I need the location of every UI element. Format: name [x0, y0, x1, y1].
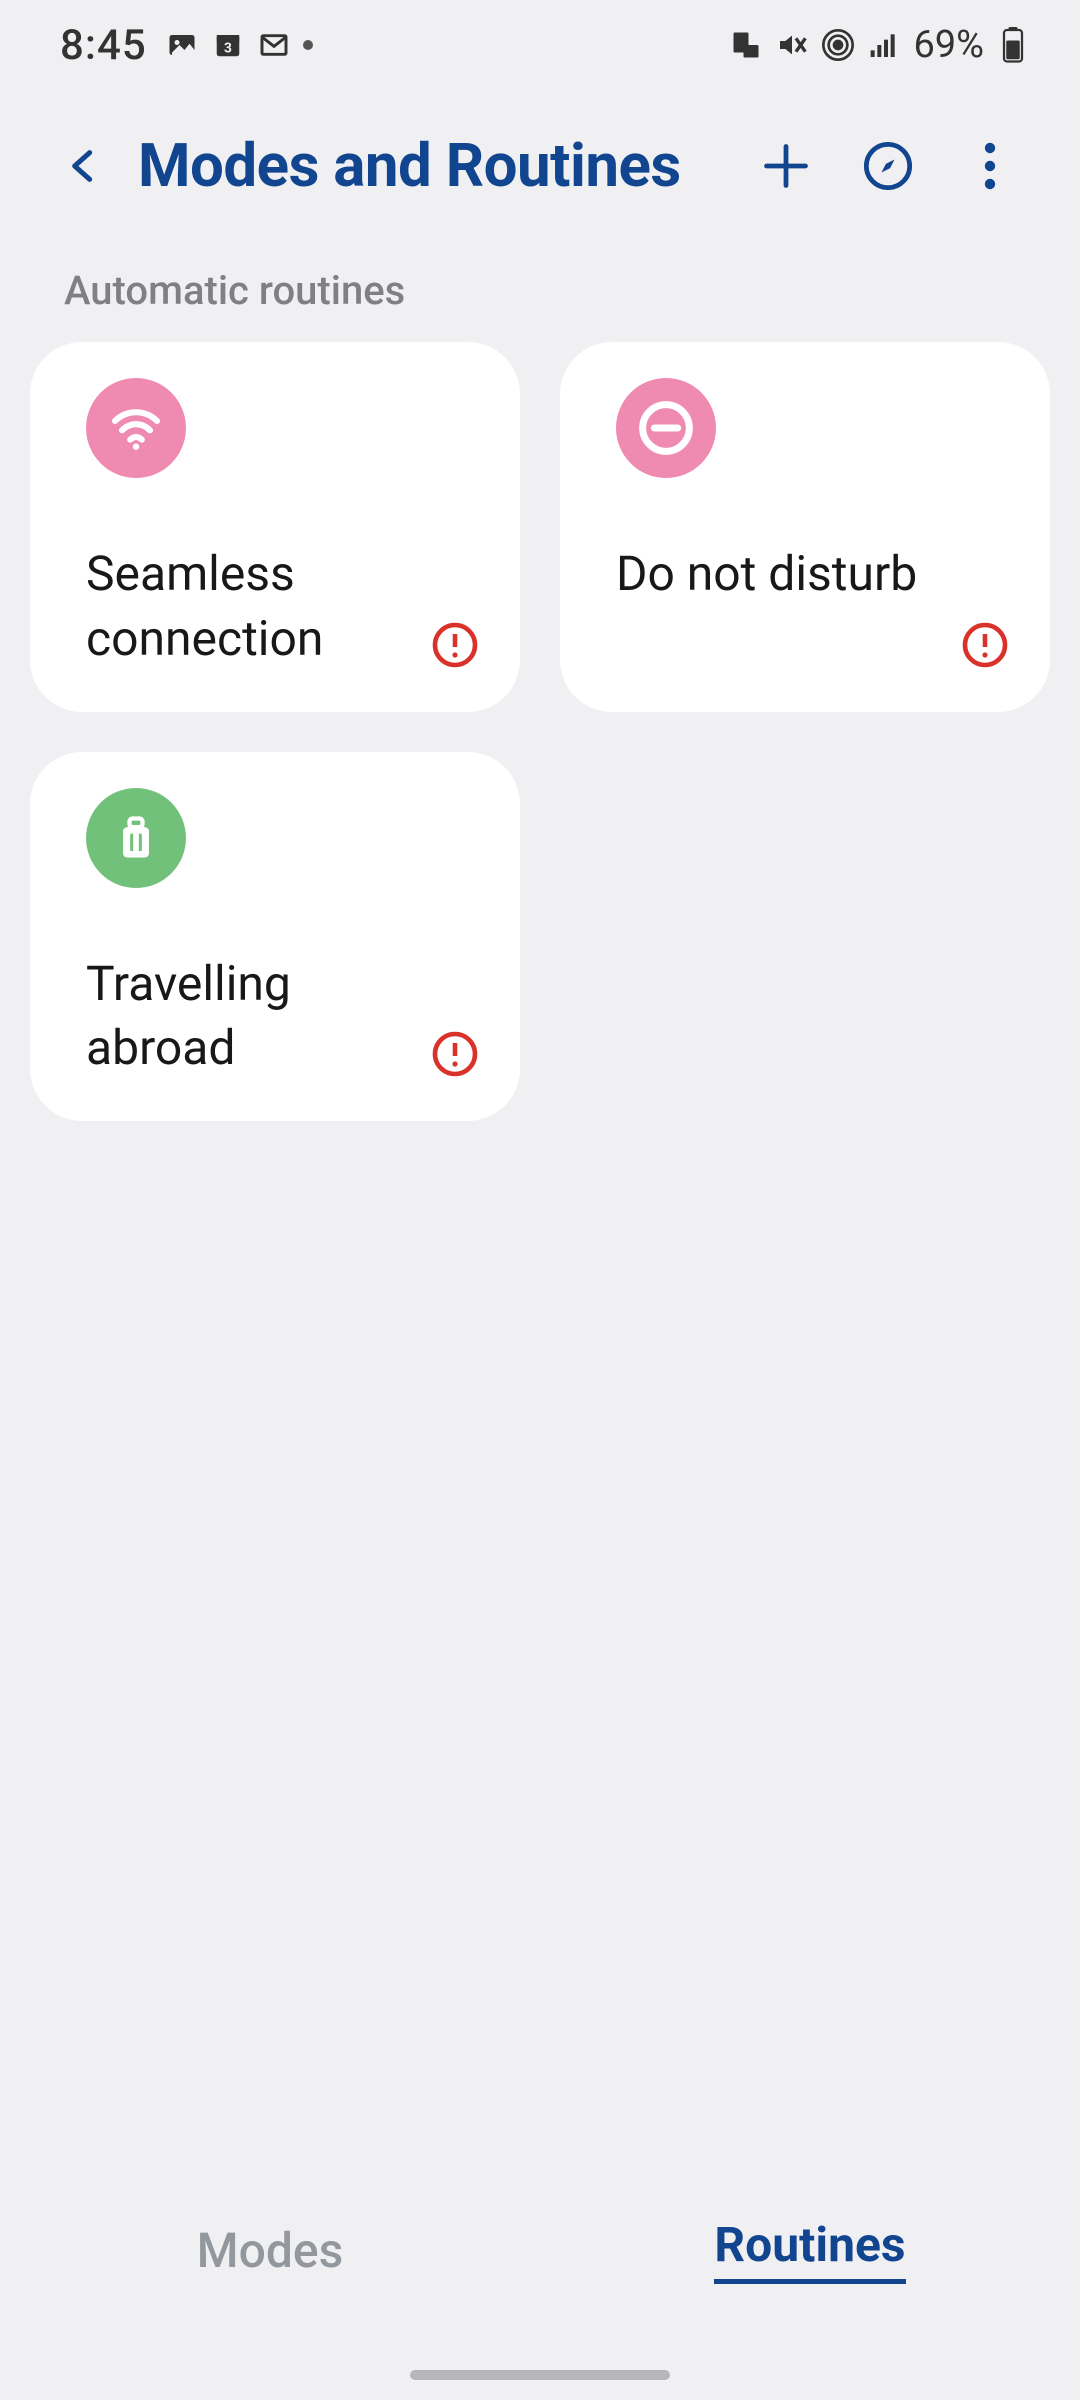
- card-icon: [729, 28, 763, 62]
- calendar-3-icon: 3: [211, 28, 245, 62]
- mute-vibrate-icon: [775, 28, 809, 62]
- section-automatic-routines: Automatic routines: [0, 241, 1080, 342]
- dnd-icon: [616, 378, 716, 478]
- hotspot-icon: [821, 28, 855, 62]
- tab-modes-label: Modes: [197, 2222, 344, 2279]
- routine-title: Do not disturb: [616, 542, 1014, 607]
- routine-title: Seamless connection: [86, 542, 484, 672]
- alert-icon: [430, 620, 480, 670]
- status-left: 8:45 3: [60, 21, 313, 70]
- routine-card-travelling-abroad[interactable]: Travelling abroad: [30, 752, 520, 1122]
- tab-routines[interactable]: Routines: [540, 2190, 1080, 2310]
- alert-icon: [430, 1029, 480, 1079]
- photos-icon: [165, 28, 199, 62]
- more-options-button[interactable]: [958, 134, 1022, 198]
- back-button[interactable]: [48, 131, 118, 201]
- svg-text:3: 3: [224, 41, 232, 57]
- routine-title: Travelling abroad: [86, 952, 484, 1082]
- wifi-icon: [86, 378, 186, 478]
- bottom-tab-bar: Modes Routines: [0, 2190, 1080, 2310]
- luggage-icon: [86, 788, 186, 888]
- alert-icon: [960, 620, 1010, 670]
- tab-routines-label: Routines: [714, 2216, 905, 2284]
- routine-card-do-not-disturb[interactable]: Do not disturb: [560, 342, 1050, 712]
- nav-handle[interactable]: [410, 2370, 670, 2380]
- status-time: 8:45: [60, 21, 147, 70]
- gmail-icon: [257, 28, 291, 62]
- routines-grid: Seamless connection Do not disturb Trave…: [0, 342, 1080, 1121]
- tab-modes[interactable]: Modes: [0, 2190, 540, 2310]
- battery-icon: [996, 28, 1030, 62]
- page-title: Modes and Routines: [138, 130, 734, 201]
- status-bar: 8:45 3 69%: [0, 0, 1080, 90]
- battery-percent: 69%: [913, 23, 984, 67]
- signal-icon: [867, 28, 901, 62]
- discover-button[interactable]: [856, 134, 920, 198]
- routine-card-seamless-connection[interactable]: Seamless connection: [30, 342, 520, 712]
- more-notifications-dot: [303, 40, 313, 50]
- app-header: Modes and Routines: [0, 90, 1080, 241]
- status-right: 69%: [729, 23, 1030, 67]
- add-button[interactable]: [754, 134, 818, 198]
